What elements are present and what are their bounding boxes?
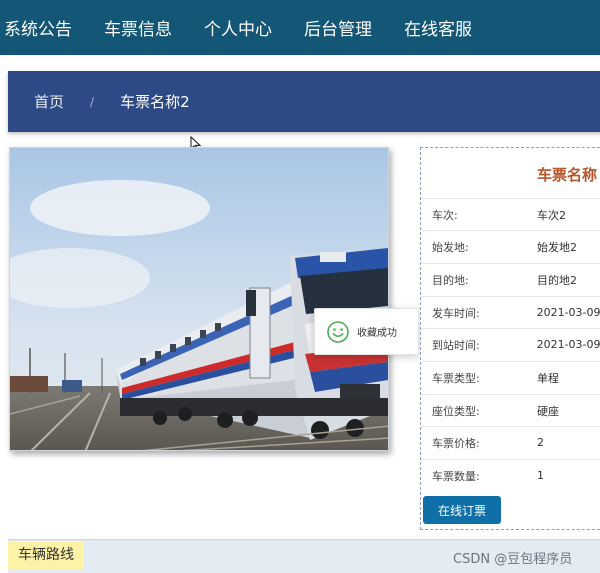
detail-label: 发车时间: bbox=[432, 306, 480, 320]
toast-message: 收藏成功 bbox=[357, 328, 397, 339]
detail-row-departure-time: 发车时间: 2021-03-09 1 bbox=[421, 296, 600, 328]
nav-item-personal-center[interactable]: 个人中心 bbox=[204, 15, 272, 40]
train-image bbox=[10, 148, 388, 450]
detail-row-seat-type: 座位类型: 硬座 bbox=[421, 394, 600, 426]
detail-value: 始发地2 bbox=[537, 240, 577, 254]
detail-label: 车票价格: bbox=[432, 436, 480, 450]
detail-row-origin: 始发地: 始发地2 bbox=[421, 230, 600, 262]
detail-value: 1 bbox=[537, 469, 544, 482]
detail-value: 2021-03-09 1 bbox=[536, 306, 600, 319]
detail-label: 车票数量: bbox=[432, 469, 480, 483]
detail-row-train-number: 车次: 车次2 bbox=[421, 198, 600, 230]
breadcrumb: 首页 / 车票名称2 bbox=[8, 71, 600, 132]
detail-label: 座位类型: bbox=[432, 404, 480, 418]
nav-item-admin[interactable]: 后台管理 bbox=[304, 15, 372, 40]
detail-row-ticket-type: 车票类型: 单程 bbox=[421, 361, 600, 393]
vehicle-route-tab[interactable]: 车辆路线 bbox=[8, 541, 84, 569]
detail-label: 始发地: bbox=[432, 240, 469, 254]
detail-value: 车次2 bbox=[537, 208, 566, 222]
success-toast: 收藏成功 bbox=[314, 308, 419, 355]
detail-label: 车次: bbox=[432, 208, 458, 222]
breadcrumb-home-link[interactable]: 首页 bbox=[34, 91, 64, 112]
detail-row-price: 车票价格: 2 bbox=[421, 426, 600, 458]
detail-value: 2 bbox=[537, 436, 544, 449]
smile-icon bbox=[327, 320, 349, 343]
detail-label: 目的地: bbox=[432, 273, 469, 287]
ticket-photo bbox=[9, 147, 389, 451]
order-online-button[interactable]: 在线订票 bbox=[423, 496, 501, 524]
watermark: CSDN @豆包程序员 bbox=[453, 552, 573, 567]
detail-label: 车票类型: bbox=[432, 371, 480, 385]
nav-item-announcements[interactable]: 系统公告 bbox=[4, 15, 72, 40]
detail-row-destination: 目的地: 目的地2 bbox=[421, 263, 600, 295]
breadcrumb-separator: / bbox=[90, 94, 95, 109]
detail-value: 目的地2 bbox=[537, 273, 577, 287]
detail-row-arrival-time: 到站时间: 2021-03-09 1 bbox=[421, 328, 600, 360]
detail-row-quantity: 车票数量: 1 bbox=[421, 459, 600, 491]
breadcrumb-current: 车票名称2 bbox=[120, 93, 190, 111]
ticket-detail-panel: 车票名称 车次: 车次2 始发地: 始发地2 目的地: 目的地2 发车时间: 2… bbox=[420, 147, 600, 530]
detail-value: 单程 bbox=[537, 371, 559, 385]
top-nav: 系统公告 车票信息 个人中心 后台管理 在线客服 bbox=[0, 0, 600, 55]
detail-label: 到站时间: bbox=[432, 338, 480, 352]
ticket-title: 车票名称 bbox=[537, 166, 598, 184]
nav-item-customer-service[interactable]: 在线客服 bbox=[404, 15, 472, 40]
nav-item-ticket-info[interactable]: 车票信息 bbox=[104, 15, 172, 40]
detail-value: 2021-03-09 1 bbox=[536, 338, 600, 351]
detail-value: 硬座 bbox=[537, 404, 559, 418]
